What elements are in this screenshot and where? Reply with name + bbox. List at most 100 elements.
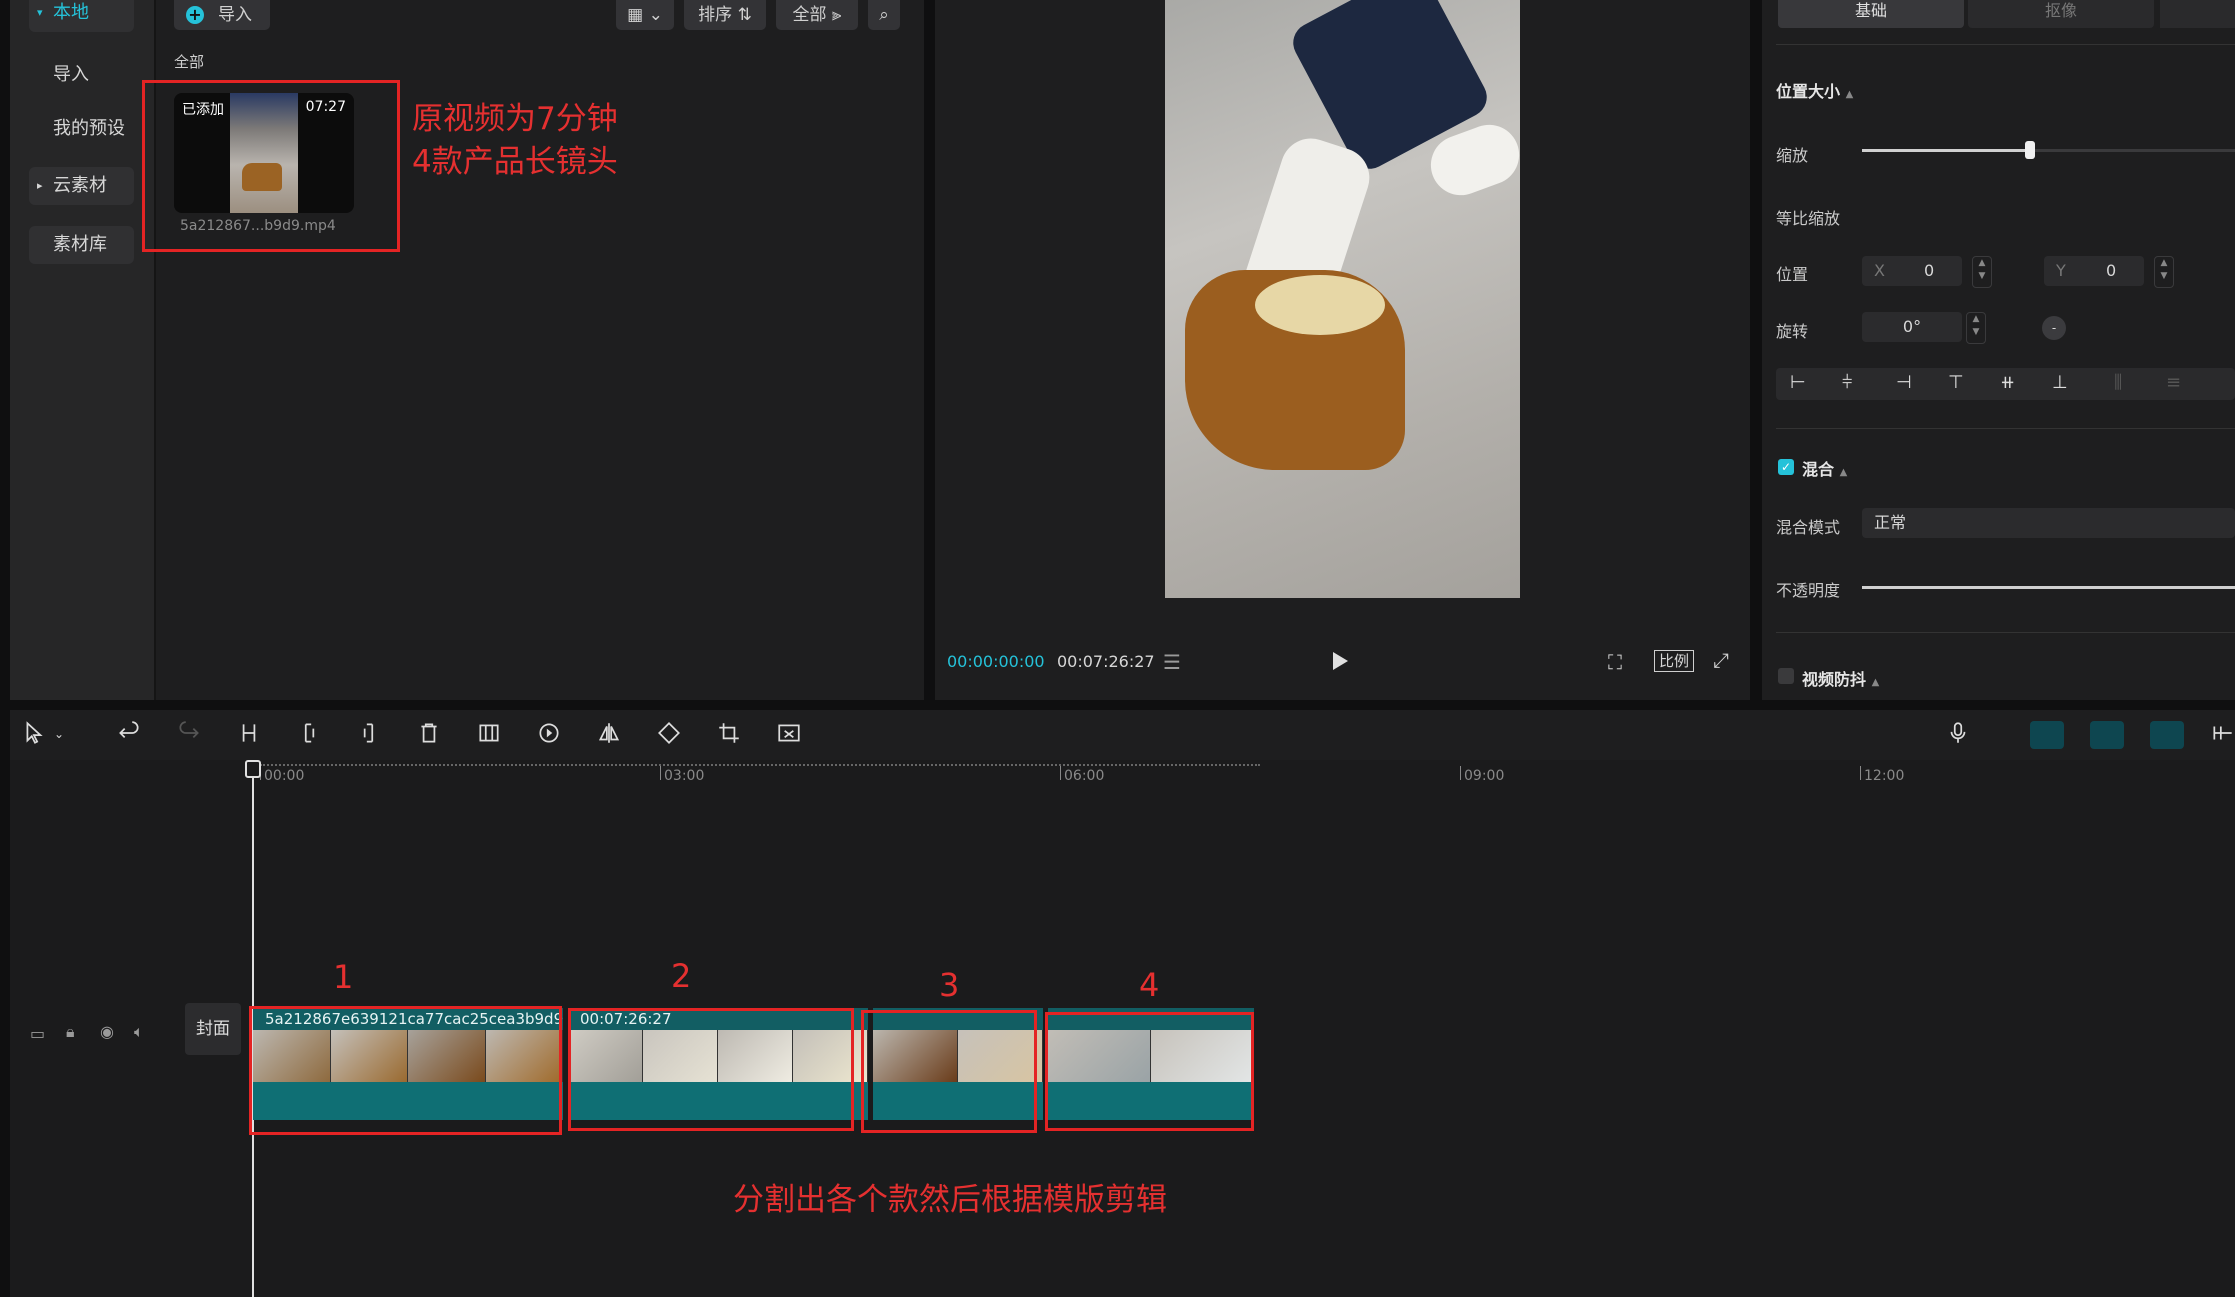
view-mode-button[interactable]: ▦ ⌄ — [616, 0, 674, 30]
position-x-stepper[interactable]: ▲ ▼ — [1972, 256, 1992, 288]
position-y-field[interactable]: Y 0 — [2044, 256, 2144, 286]
play-icon[interactable] — [1333, 652, 1348, 670]
select-tool-icon[interactable] — [22, 720, 52, 750]
align-left-icon[interactable]: ⊢ — [1790, 372, 1806, 393]
undo-icon[interactable] — [116, 720, 146, 750]
search-icon: ⌕ — [879, 5, 889, 25]
nav-local[interactable]: ▾ 本地 — [29, 0, 134, 32]
ruler-label: 00:00 — [264, 768, 305, 784]
fit-screen-icon[interactable]: ⛶ — [1608, 650, 1622, 674]
divider — [1776, 44, 2235, 45]
playhead-handle[interactable] — [245, 760, 261, 778]
main-track-magnet-icon[interactable] — [2030, 721, 2064, 749]
align-bottom-icon[interactable]: ⊥ — [2052, 372, 2068, 393]
stabilize-section[interactable]: 视频防抖 ▲ — [1802, 666, 1879, 690]
scale-slider-knob[interactable] — [2024, 141, 2035, 159]
rotate-stepper[interactable]: ▲ ▼ — [1966, 312, 1986, 344]
ruler-major-tick — [1060, 766, 1061, 780]
blend-mode-select[interactable]: 正常 — [1862, 508, 2235, 538]
stabilize-checkbox[interactable] — [1778, 668, 1794, 684]
nav-import[interactable]: 导入 — [29, 56, 134, 94]
split-right-icon[interactable] — [356, 720, 386, 750]
y-value: 0 — [2106, 261, 2117, 280]
speaker-icon[interactable]: 🔈︎ — [134, 1022, 144, 1042]
divider — [1776, 428, 2235, 429]
align-toolbar: ⊢ ⫩ ⊣ ⊤ ⧺ ⊥ ⫼ ≡ — [1776, 368, 2235, 400]
crop-icon[interactable] — [716, 720, 746, 750]
split-icon[interactable] — [236, 720, 266, 750]
track-video-icon[interactable]: ▭ — [30, 1024, 45, 1043]
caret-up-icon: ▲ — [1871, 677, 1880, 688]
blend-checkbox[interactable]: ✓ — [1778, 459, 1794, 475]
stabilize-section-label: 视频防抖 — [1802, 670, 1867, 689]
microphone-icon[interactable] — [1945, 720, 1975, 750]
opacity-slider[interactable] — [1862, 586, 2235, 589]
search-button[interactable]: ⌕ — [868, 0, 900, 30]
lock-icon[interactable]: 🔒︎ — [66, 1022, 75, 1042]
sort-button-label: 排序 — [698, 5, 733, 25]
tab-cutout[interactable]: 抠像 — [1968, 0, 2154, 28]
align-center-v-icon[interactable]: ⧺ — [2000, 372, 2015, 393]
section-position-size[interactable]: 位置大小 ▲ — [1776, 78, 1853, 102]
caret-up-icon: ▲ — [1845, 89, 1854, 100]
blend-section[interactable]: 混合 ▲ — [1802, 456, 1847, 480]
timeline-ruler[interactable]: 00:00 03:00 06:00 09:00 12:00 — [170, 760, 2235, 790]
scale-slider[interactable] — [1862, 141, 2235, 159]
uniform-scale-label: 等比缩放 — [1776, 209, 1841, 228]
ruler-major-tick — [660, 766, 661, 780]
eye-icon[interactable]: ◉ — [100, 1022, 114, 1041]
tab-overflow[interactable] — [2160, 0, 2235, 28]
rotate-icon[interactable] — [656, 720, 686, 750]
auto-snap-icon[interactable] — [2090, 721, 2124, 749]
position-y-stepper[interactable]: ▲ ▼ — [2154, 256, 2174, 288]
preview-panel: 00:00:00:00 00:07:26:27 ☰ ⛶ 比例 ⤢ — [935, 0, 1750, 700]
plus-icon: + — [186, 6, 204, 24]
smart-crop-icon[interactable] — [776, 720, 806, 750]
linkage-icon[interactable] — [2150, 721, 2184, 749]
edit-toolbar: ⌄ — [10, 710, 2235, 760]
annotation-box-clip-4 — [1045, 1012, 1254, 1131]
nav-cloud[interactable]: ▸ 云素材 — [29, 167, 134, 205]
align-top-icon[interactable]: ⊤ — [1948, 372, 1964, 393]
fullscreen-icon[interactable]: ⤢ — [1713, 648, 1729, 672]
cover-button[interactable]: 封面 — [185, 1003, 241, 1055]
clip-number-1: 1 — [333, 958, 354, 996]
preview-axis-icon[interactable] — [2210, 720, 2235, 750]
annotation-box-clip-1 — [249, 1006, 562, 1135]
chevron-down-icon[interactable]: ⌄ — [54, 727, 70, 757]
scale-slider-fill — [1862, 149, 2030, 152]
media-nav-sidebar: ▾ 本地 导入 我的预设 ▸ 云素材 素材库 — [10, 0, 156, 700]
ratio-button[interactable]: 比例 — [1654, 650, 1695, 672]
ruler-label: 06:00 — [1064, 768, 1105, 784]
rotate-dial-icon[interactable]: - — [2042, 316, 2066, 340]
import-button[interactable]: + 导入 — [174, 0, 270, 30]
filter-button[interactable]: 全部 ⫸ — [776, 0, 858, 30]
annotation-top-text: 原视频为7分钟 4款产品长镜头 — [412, 98, 618, 184]
y-label: Y — [2056, 261, 2066, 280]
ruler-major-tick — [1460, 766, 1461, 780]
annotation-box-media — [142, 80, 400, 252]
split-left-icon[interactable] — [296, 720, 326, 750]
reverse-icon[interactable] — [536, 720, 566, 750]
mirror-icon[interactable] — [596, 720, 626, 750]
timecode-list-icon[interactable]: ☰ — [1163, 650, 1181, 674]
ruler-label: 03:00 — [664, 768, 705, 784]
scale-label: 缩放 — [1776, 146, 1809, 165]
rotate-field[interactable]: 0° — [1862, 312, 1962, 342]
grid-view-icon: ▦ ⌄ — [627, 5, 663, 25]
delete-icon[interactable] — [416, 720, 446, 750]
current-time: 00:00:00:00 — [947, 652, 1045, 671]
position-x-field[interactable]: X 0 — [1862, 256, 1962, 286]
boot-fur-shape — [1255, 275, 1385, 335]
caret-up-icon: ▲ — [1839, 467, 1848, 478]
sort-button[interactable]: 排序 ⇅ — [684, 0, 766, 30]
align-right-icon[interactable]: ⊣ — [1896, 372, 1912, 393]
track-header: ▭ 🔒︎ ◉ 🔈︎ — [10, 1000, 144, 1080]
caret-right-icon: ▸ — [37, 179, 43, 192]
nav-library[interactable]: 素材库 — [29, 226, 134, 264]
tab-basic[interactable]: 基础 — [1778, 0, 1964, 28]
nav-my-presets[interactable]: 我的预设 — [29, 110, 134, 148]
align-center-h-icon[interactable]: ⫩ — [1842, 372, 1852, 393]
freeze-frame-icon[interactable] — [476, 720, 506, 750]
annotation-box-clip-3 — [861, 1010, 1037, 1133]
